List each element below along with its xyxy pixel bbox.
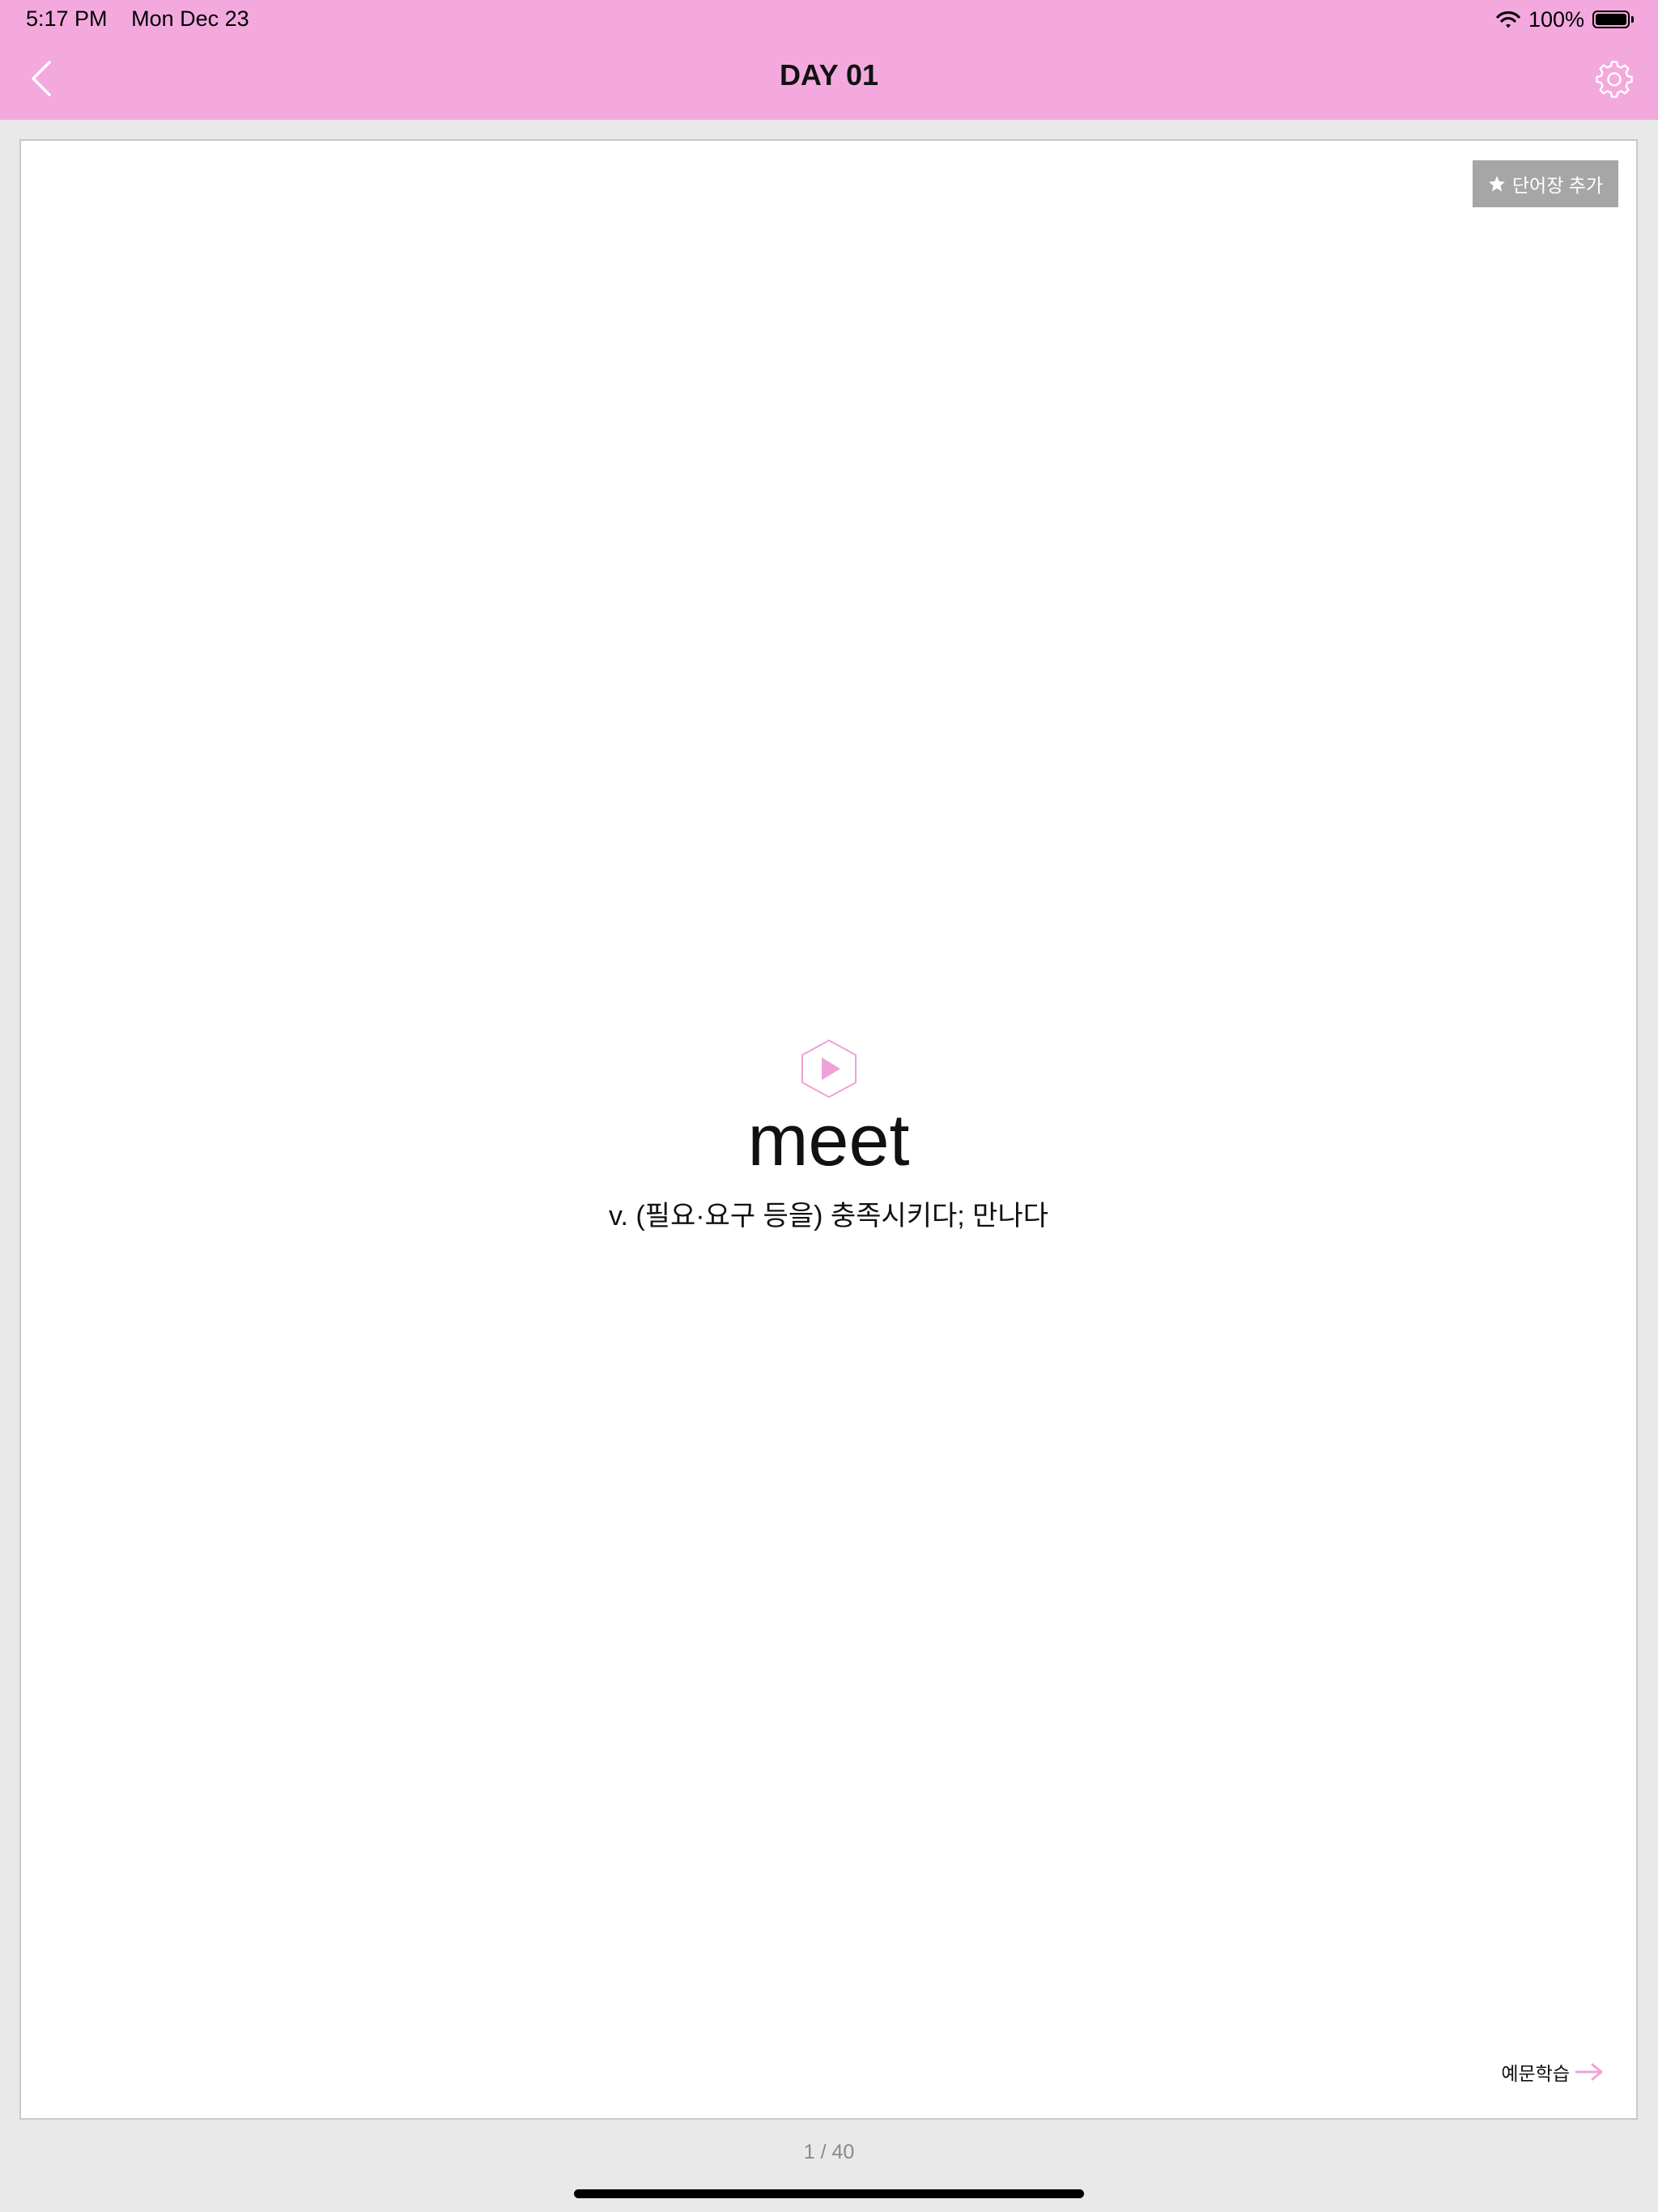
example-study-link[interactable]: 예문학습 bbox=[1501, 2058, 1604, 2086]
home-indicator[interactable] bbox=[574, 2189, 1084, 2198]
add-to-wordbook-button[interactable]: 단어장 추가 bbox=[1473, 160, 1618, 207]
page-indicator: 1 / 40 bbox=[803, 2141, 855, 2163]
status-time: 5:17 PM bbox=[26, 6, 108, 31]
add-to-wordbook-label: 단어장 추가 bbox=[1511, 175, 1604, 196]
word-card[interactable]: 단어장 추가 meet v. (필요·요구 등을) 충족시키다; 만나다 예문학… bbox=[19, 139, 1638, 2120]
status-bar-left: 5:17 PM Mon Dec 23 bbox=[26, 6, 267, 32]
word-area: meet v. (필요·요구 등을) 충족시키다; 만나다 bbox=[21, 1038, 1636, 1233]
vocabulary-word: meet bbox=[747, 1100, 910, 1181]
example-study-label: 예문학습 bbox=[1501, 2063, 1570, 2084]
word-meaning: v. (필요·요구 등을) 충족시키다; 만나다 bbox=[608, 1201, 1049, 1231]
star-icon bbox=[1488, 176, 1505, 192]
page-title: DAY 01 bbox=[779, 58, 879, 91]
status-date: Mon Dec 23 bbox=[131, 6, 249, 31]
battery-percentage: 100% bbox=[1528, 6, 1584, 32]
battery-icon bbox=[1592, 11, 1634, 28]
settings-button[interactable] bbox=[1592, 57, 1637, 102]
navigation-header: 5:17 PM Mon Dec 23 100% DAY 01 bbox=[0, 0, 1658, 120]
play-hexagon-icon[interactable] bbox=[800, 1038, 858, 1100]
wifi-icon bbox=[1496, 11, 1520, 28]
gear-icon bbox=[1596, 61, 1633, 98]
status-bar-right: 100% bbox=[1496, 6, 1634, 32]
arrow-right-icon bbox=[1575, 2063, 1603, 2081]
